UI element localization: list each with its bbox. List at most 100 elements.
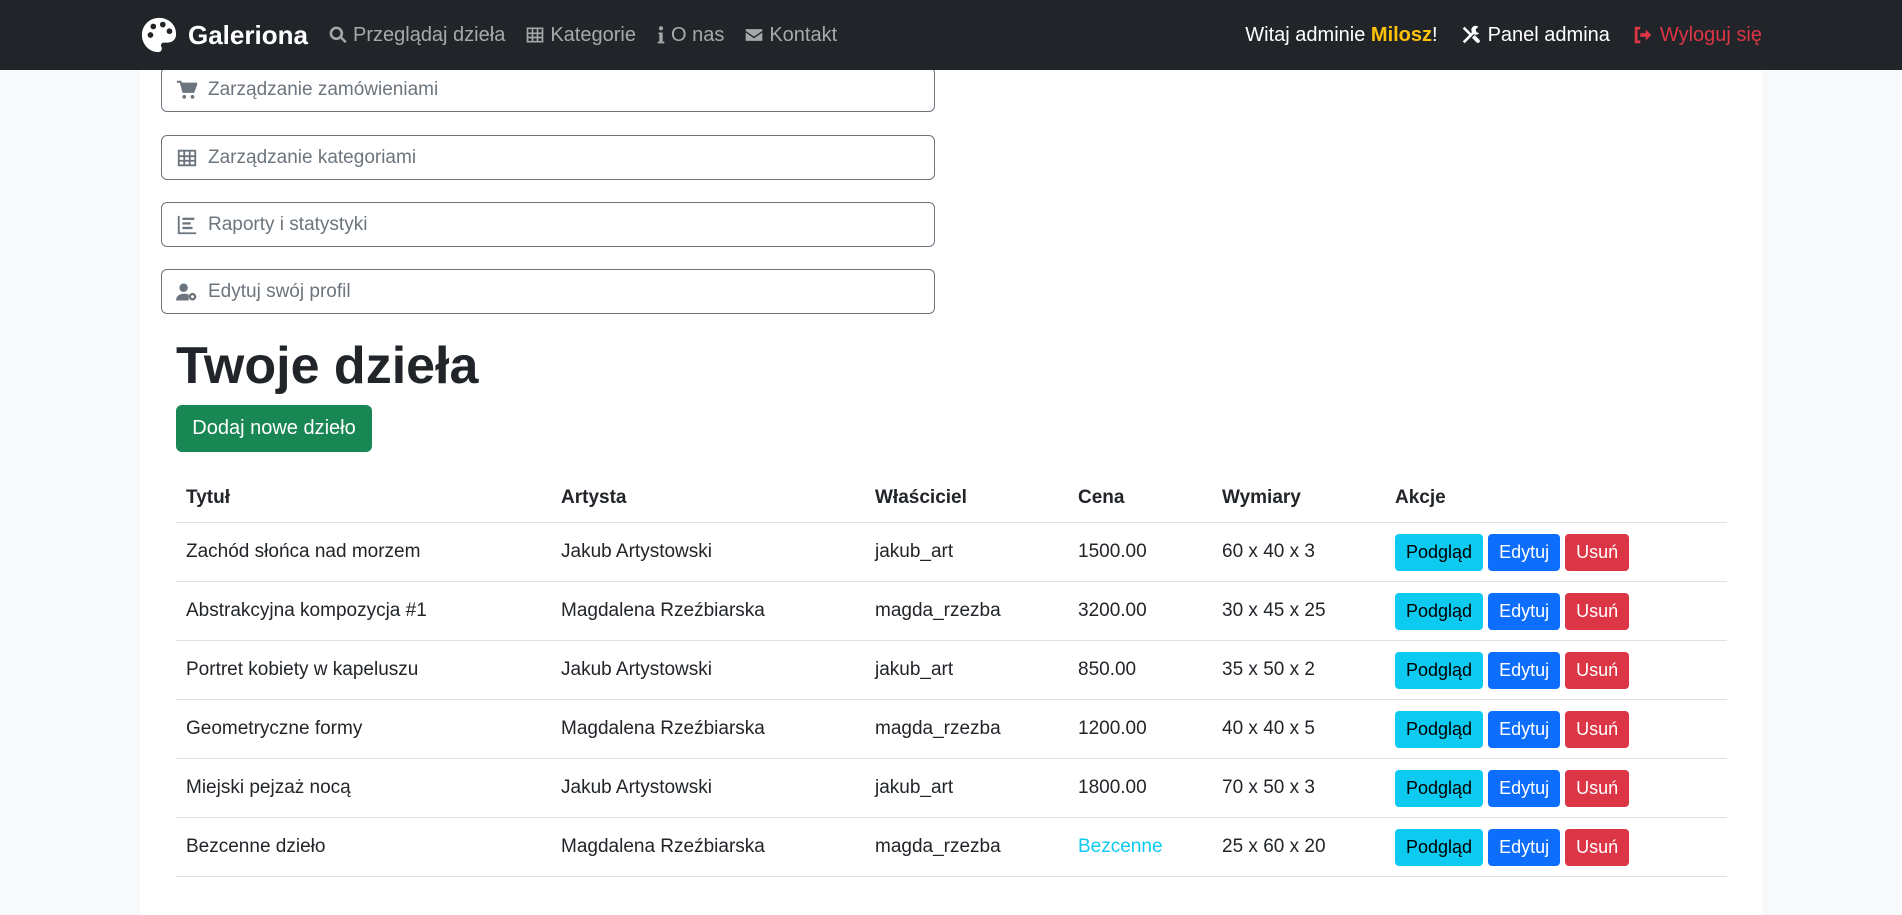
- username: Milosz: [1370, 23, 1433, 46]
- edit-button[interactable]: Edytuj: [1488, 592, 1561, 630]
- cell-owner: jakub_art: [865, 522, 1068, 582]
- cell-artist: Jakub Artystowski: [551, 758, 865, 818]
- delete-button[interactable]: Usuń: [1565, 533, 1630, 571]
- cell-title: Zachód słońca nad morzem: [176, 522, 551, 582]
- cell-actions: Podgląd Edytuj Usuń: [1385, 640, 1727, 700]
- nav-link-categories[interactable]: Kategorie: [525, 24, 636, 47]
- column-header-price: Cena: [1068, 473, 1212, 523]
- table-row: Zachód słońca nad morzem Jakub Artystows…: [176, 522, 1727, 582]
- cell-artist: Jakub Artystowski: [551, 522, 865, 582]
- table-row: Geometryczne formy Magdalena Rzeźbiarska…: [176, 699, 1727, 759]
- edit-button[interactable]: Edytuj: [1488, 769, 1561, 807]
- delete-button[interactable]: Usuń: [1565, 769, 1630, 807]
- view-button[interactable]: Podgląd: [1395, 651, 1484, 689]
- column-header-actions: Akcje: [1385, 473, 1727, 523]
- delete-button[interactable]: Usuń: [1565, 592, 1630, 630]
- menu-item-label: Edytuj swój profil: [208, 280, 351, 302]
- edit-button[interactable]: Edytuj: [1488, 828, 1561, 866]
- cell-actions: Podgląd Edytuj Usuń: [1385, 522, 1727, 582]
- cell-dimensions: 25 x 60 x 20: [1212, 817, 1385, 877]
- cell-artist: Jakub Artystowski: [551, 640, 865, 700]
- cell-owner: magda_rzezba: [865, 817, 1068, 877]
- cell-title: Geometryczne formy: [176, 699, 551, 759]
- view-button[interactable]: Podgląd: [1395, 533, 1484, 571]
- view-button[interactable]: Podgląd: [1395, 592, 1484, 630]
- cell-price: Bezcenne: [1068, 817, 1212, 877]
- cell-price: 3200.00: [1068, 581, 1212, 641]
- tools-icon: [1462, 25, 1480, 44]
- chart-icon: [177, 215, 197, 234]
- cell-owner: jakub_art: [865, 758, 1068, 818]
- table-row: Abstrakcyjna kompozycja #1 Magdalena Rze…: [176, 581, 1727, 641]
- cell-dimensions: 30 x 45 x 25: [1212, 581, 1385, 641]
- add-work-button[interactable]: Dodaj nowe dzieło: [176, 405, 372, 452]
- nav-user-area: Witaj adminie Milosz! Panel admina Wylog…: [1245, 0, 1762, 70]
- table-row: Portret kobiety w kapeluszu Jakub Artyst…: [176, 640, 1727, 700]
- cell-price: 1200.00: [1068, 699, 1212, 759]
- column-header-title: Tytuł: [176, 473, 551, 523]
- edit-button[interactable]: Edytuj: [1488, 533, 1561, 571]
- column-header-artist: Artysta: [551, 473, 865, 523]
- table-header-row: Tytuł Artysta Właściciel Cena Wymiary Ak…: [176, 473, 1727, 523]
- logout-link[interactable]: Wyloguj się: [1632, 24, 1762, 47]
- brand-link[interactable]: Galeriona: [140, 15, 308, 55]
- cell-dimensions: 60 x 40 x 3: [1212, 522, 1385, 582]
- admin-panel-label: Panel admina: [1487, 23, 1610, 46]
- menu-item-label: Zarządzanie zamówieniami: [208, 78, 439, 100]
- cell-price: 1800.00: [1068, 758, 1212, 818]
- column-header-dimensions: Wymiary: [1212, 473, 1385, 523]
- cell-owner: magda_rzezba: [865, 581, 1068, 641]
- cell-price: 850.00: [1068, 640, 1212, 700]
- cell-dimensions: 40 x 40 x 5: [1212, 699, 1385, 759]
- nav-link-browse[interactable]: Przeglądaj dzieła: [328, 24, 505, 47]
- table-row: Miejski pejzaż nocą Jakub Artystowski ja…: [176, 758, 1727, 818]
- welcome-message: Witaj adminie Milosz!: [1245, 24, 1437, 47]
- cell-title: Miejski pejzaż nocą: [176, 758, 551, 818]
- menu-item-label: Zarządzanie kategoriami: [208, 146, 417, 168]
- table-icon: [177, 149, 197, 166]
- brand-name: Galeriona: [188, 19, 308, 50]
- delete-button[interactable]: Usuń: [1565, 828, 1630, 866]
- works-table: Tytuł Artysta Właściciel Cena Wymiary Ak…: [176, 473, 1727, 877]
- view-button[interactable]: Podgląd: [1395, 828, 1484, 866]
- delete-button[interactable]: Usuń: [1565, 651, 1630, 689]
- menu-item-categories[interactable]: Zarządzanie kategoriami: [161, 135, 935, 180]
- cell-artist: Magdalena Rzeźbiarska: [551, 581, 865, 641]
- logout-label: Wyloguj się: [1659, 23, 1762, 46]
- nav-link-label: Przeglądaj dzieła: [353, 23, 506, 46]
- view-button[interactable]: Podgląd: [1395, 710, 1484, 748]
- cell-actions: Podgląd Edytuj Usuń: [1385, 581, 1727, 641]
- search-icon: [329, 26, 347, 44]
- table-icon: [526, 27, 544, 43]
- cell-dimensions: 70 x 50 x 3: [1212, 758, 1385, 818]
- cell-owner: jakub_art: [865, 640, 1068, 700]
- nav-link-label: O nas: [670, 23, 725, 46]
- cell-title: Abstrakcyjna kompozycja #1: [176, 581, 551, 641]
- menu-item-profile[interactable]: Edytuj swój profil: [161, 269, 935, 314]
- cell-actions: Podgląd Edytuj Usuń: [1385, 699, 1727, 759]
- user-gear-icon: [176, 283, 197, 300]
- main-container: Zarządzanie zamówieniami Zarządzanie kat…: [140, 0, 1762, 915]
- column-header-owner: Właściciel: [865, 473, 1068, 523]
- page-title: Twoje dzieła: [176, 337, 479, 395]
- cell-title: Portret kobiety w kapeluszu: [176, 640, 551, 700]
- cell-price: 1500.00: [1068, 522, 1212, 582]
- top-navbar: Galeriona Przeglądaj dzieła Kategorie O …: [0, 0, 1902, 70]
- cell-owner: magda_rzezba: [865, 699, 1068, 759]
- delete-button[interactable]: Usuń: [1565, 710, 1630, 748]
- menu-item-orders[interactable]: Zarządzanie zamówieniami: [161, 67, 935, 112]
- menu-item-label: Raporty i statystyki: [208, 213, 368, 235]
- admin-panel-link[interactable]: Panel admina: [1460, 24, 1610, 47]
- view-button[interactable]: Podgląd: [1395, 769, 1484, 807]
- cell-artist: Magdalena Rzeźbiarska: [551, 699, 865, 759]
- nav-links: Przeglądaj dzieła Kategorie O nas Kontak…: [328, 0, 837, 70]
- menu-item-reports[interactable]: Raporty i statystyki: [161, 202, 935, 247]
- cell-title: Bezcenne dzieło: [176, 817, 551, 877]
- edit-button[interactable]: Edytuj: [1488, 651, 1561, 689]
- cart-icon: [176, 80, 198, 99]
- envelope-icon: [745, 29, 763, 41]
- welcome-prefix: Witaj adminie: [1245, 23, 1371, 46]
- nav-link-contact[interactable]: Kontakt: [744, 24, 837, 47]
- nav-link-about[interactable]: O nas: [656, 24, 724, 47]
- edit-button[interactable]: Edytuj: [1488, 710, 1561, 748]
